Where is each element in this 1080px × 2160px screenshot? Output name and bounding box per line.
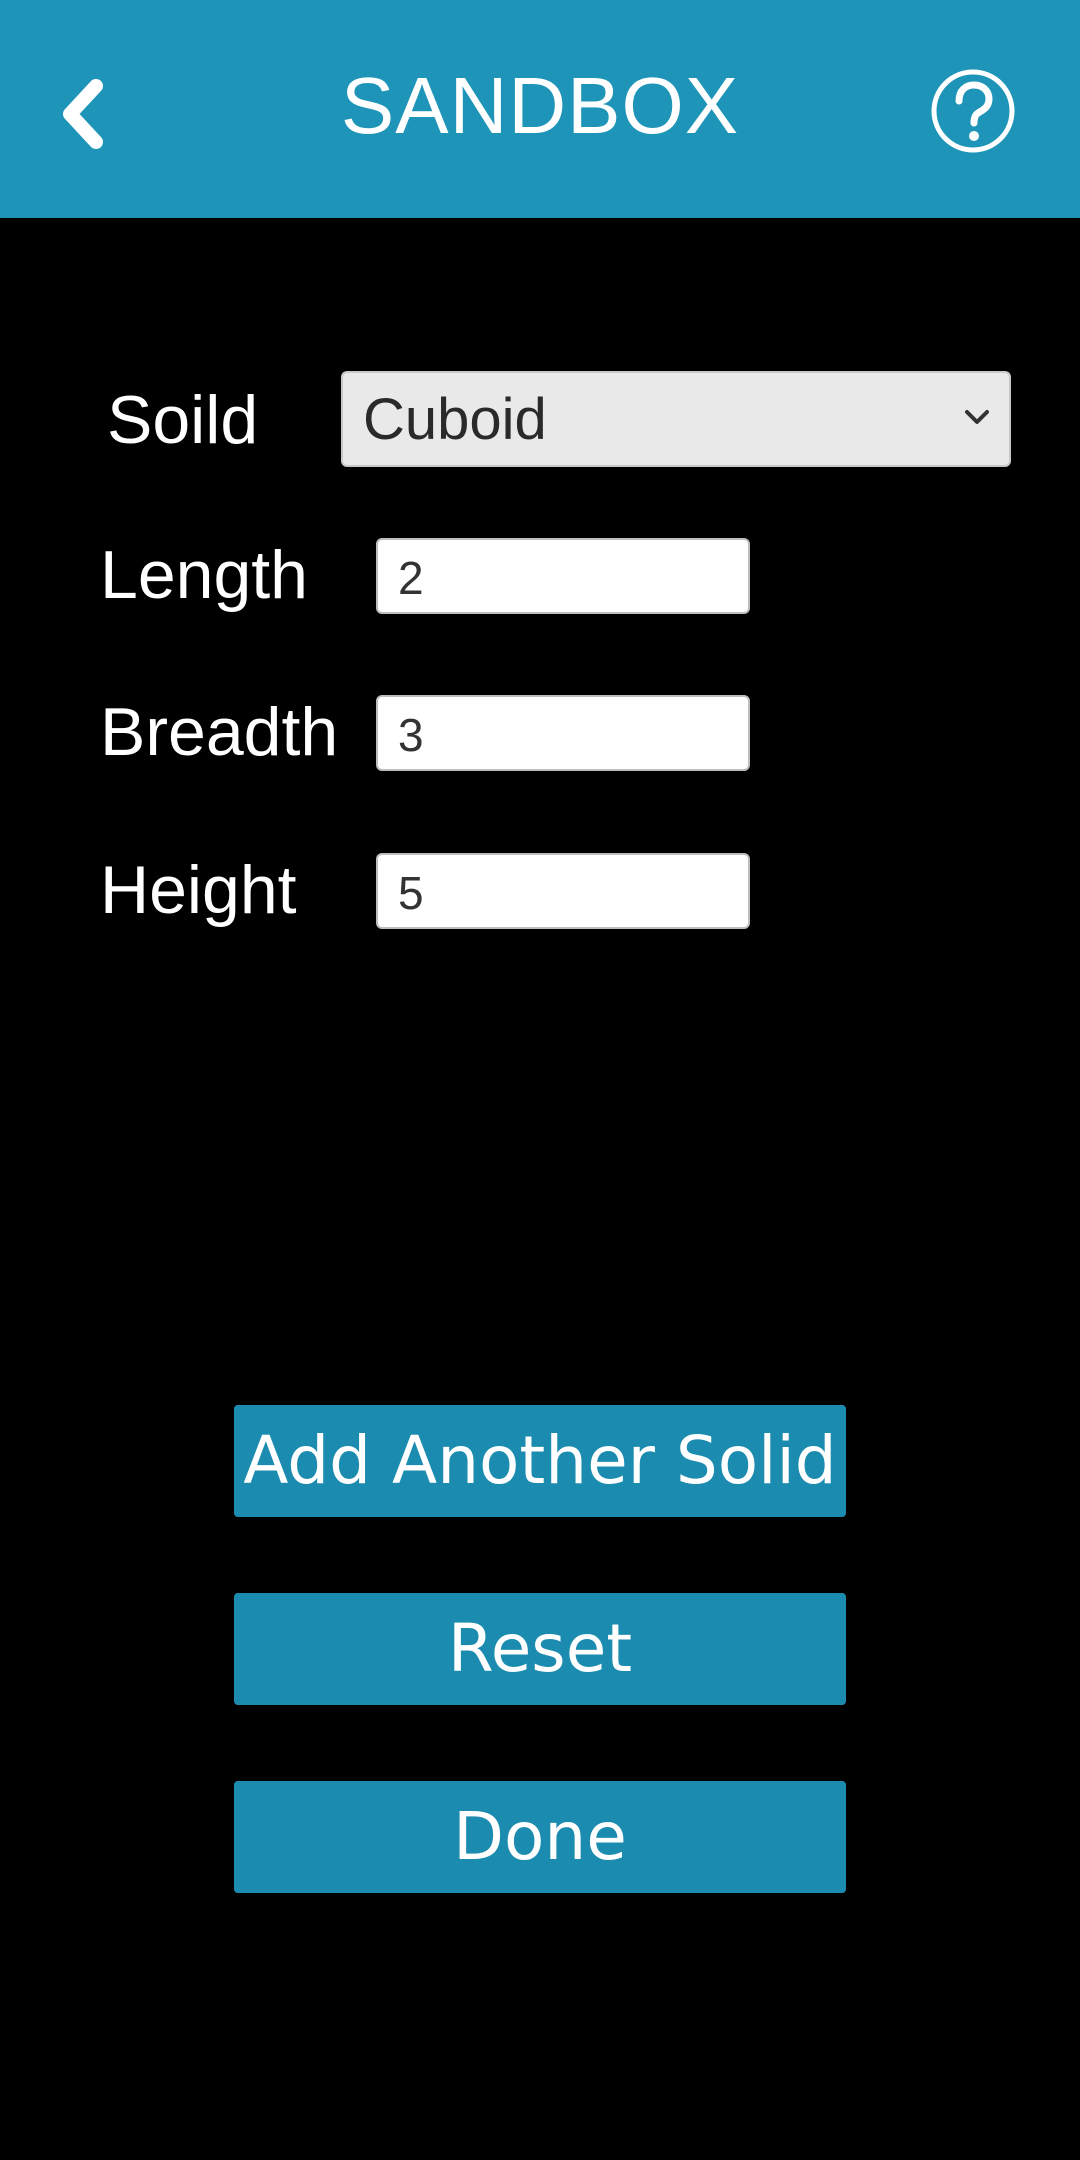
solid-select[interactable]: Cuboid [341, 371, 1011, 467]
page-title: SANDBOX [340, 61, 740, 150]
add-another-solid-button[interactable]: Add Another Solid [234, 1405, 846, 1517]
app-header: SANDBOX [0, 0, 1080, 218]
breadth-input[interactable]: 3 [376, 695, 750, 771]
length-input-value: 2 [398, 552, 424, 604]
solid-label: Soild [107, 382, 259, 458]
breadth-label: Breadth [100, 694, 339, 770]
height-label: Height [100, 852, 297, 928]
reset-button[interactable]: Reset [234, 1593, 846, 1705]
solid-select-value: Cuboid [363, 387, 547, 452]
done-button[interactable]: Done [234, 1781, 846, 1893]
help-icon[interactable] [930, 68, 1016, 154]
length-label: Length [100, 537, 308, 613]
sandbox-screen: SANDBOX Soild Cuboid Length 2 Breadth 3 … [0, 0, 1080, 2160]
breadth-input-value: 3 [398, 709, 424, 761]
height-input-value: 5 [398, 867, 424, 919]
chevron-down-icon [963, 407, 991, 427]
height-input[interactable]: 5 [376, 853, 750, 929]
length-input[interactable]: 2 [376, 538, 750, 614]
